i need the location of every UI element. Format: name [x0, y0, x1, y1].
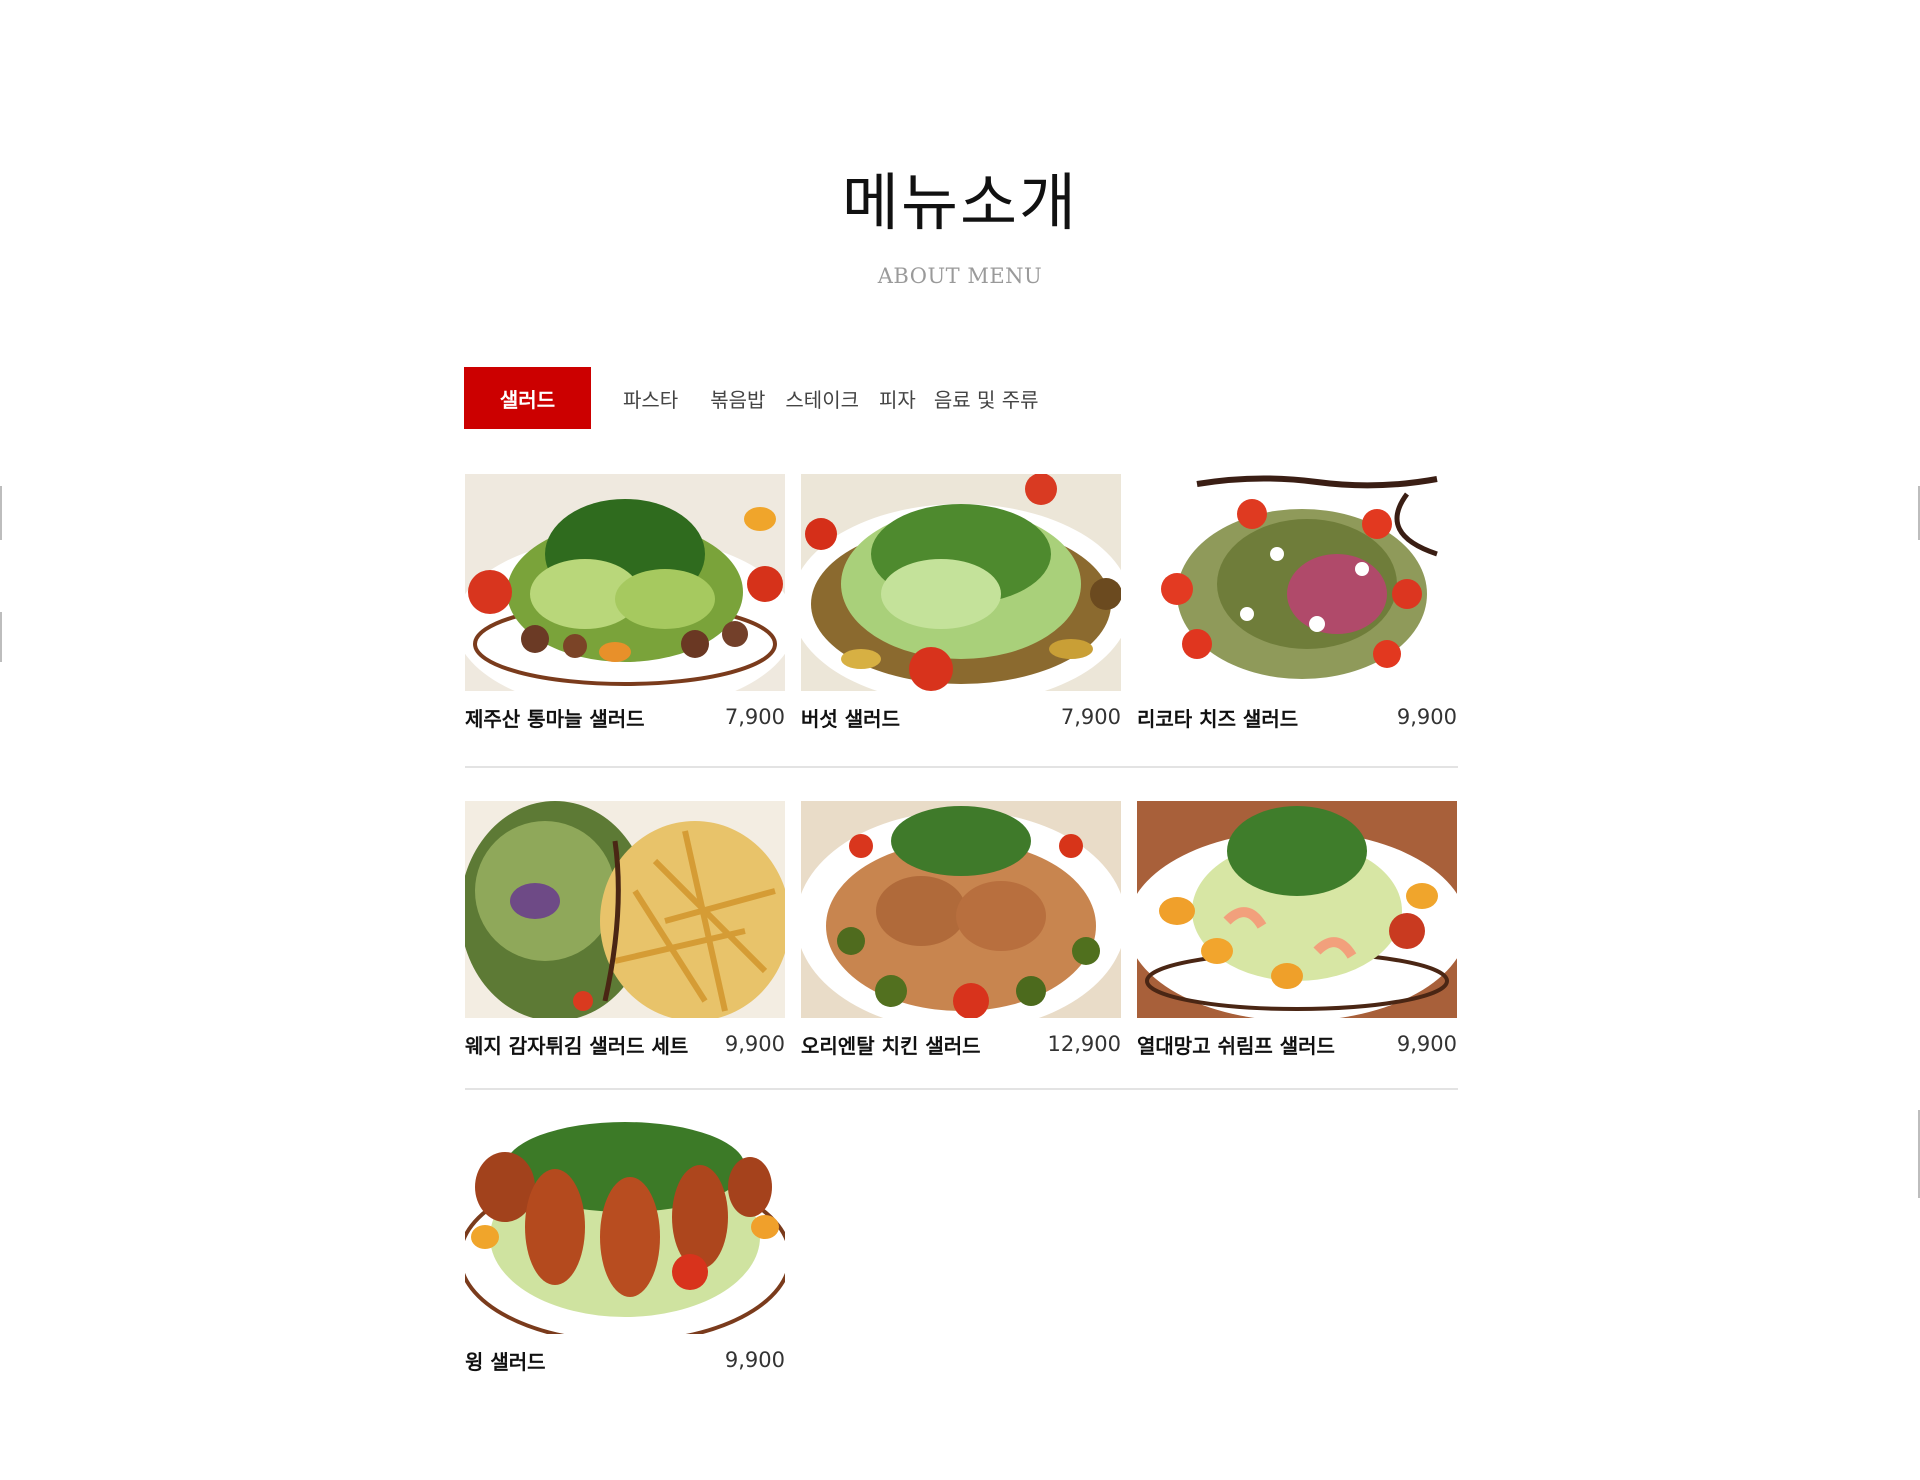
row-divider	[465, 1088, 1458, 1090]
menu-item-price: 12,900	[1047, 1032, 1121, 1056]
menu-item-name: 버섯 샐러드	[801, 706, 900, 731]
tab-steak[interactable]: 스테이크	[785, 384, 859, 413]
menu-item-name: 열대망고 쉬림프 샐러드	[1137, 1033, 1335, 1058]
menu-card[interactable]: 버섯 샐러드 7,900	[801, 474, 1121, 731]
left-edge-mark	[0, 486, 2, 540]
menu-item-price: 9,900	[1396, 705, 1457, 729]
menu-item-name: 리코타 치즈 샐러드	[1137, 706, 1299, 731]
ricotta-salad-photo[interactable]	[1137, 474, 1457, 691]
mango-shrimp-salad-photo[interactable]	[1137, 801, 1457, 1018]
menu-grid-row-3: 윙 샐러드 9,900	[465, 1117, 1458, 1374]
menu-card[interactable]: 제주산 통마늘 샐러드 7,900	[465, 474, 785, 731]
wing-salad-photo[interactable]	[465, 1117, 785, 1334]
tab-salad[interactable]: 샐러드	[464, 367, 591, 429]
mushroom-salad-photo[interactable]	[801, 474, 1121, 691]
menu-item-name: 윙 샐러드	[465, 1349, 546, 1374]
tab-pizza[interactable]: 피자	[879, 384, 916, 413]
menu-item-price: 7,900	[724, 705, 785, 729]
menu-card[interactable]: 웨지 감자튀김 샐러드 세트 9,900	[465, 801, 785, 1058]
menu-item-price: 7,900	[1060, 705, 1121, 729]
menu-card[interactable]: 열대망고 쉬림프 샐러드 9,900	[1137, 801, 1457, 1058]
page-title: 메뉴소개	[841, 166, 1079, 239]
page-header: 메뉴소개 ABOUT MENU	[0, 160, 1920, 288]
oriental-chicken-salad-photo[interactable]	[801, 801, 1121, 1018]
menu-card[interactable]: 윙 샐러드 9,900	[465, 1117, 785, 1374]
menu-grid-row-2: 웨지 감자튀김 샐러드 세트 9,900 오리엔탈 치킨 샐러드 12,900 …	[465, 801, 1458, 1058]
menu-card[interactable]: 오리엔탈 치킨 샐러드 12,900	[801, 801, 1121, 1058]
left-edge-mark	[0, 612, 2, 662]
page-subtitle: ABOUT MENU	[877, 264, 1043, 288]
menu-item-name: 제주산 통마늘 샐러드	[465, 706, 645, 731]
wedge-fries-salad-photo[interactable]	[465, 801, 785, 1018]
tab-fried-rice[interactable]: 볶음밥	[710, 384, 765, 413]
menu-item-price: 9,900	[1396, 1032, 1457, 1056]
category-tabs: 샐러드 파스타 볶음밥 스테이크 피자 음료 및 주류	[464, 367, 1039, 429]
garlic-salad-photo[interactable]	[465, 474, 785, 691]
menu-item-name: 오리엔탈 치킨 샐러드	[801, 1033, 981, 1058]
menu-item-price: 9,900	[724, 1348, 785, 1372]
tab-pasta[interactable]: 파스타	[623, 384, 678, 413]
menu-grid-row-1: 제주산 통마늘 샐러드 7,900 버섯 샐러드 7,900 리코타 치즈 샐러…	[465, 474, 1458, 731]
menu-card[interactable]: 리코타 치즈 샐러드 9,900	[1137, 474, 1457, 731]
menu-item-price: 9,900	[724, 1032, 785, 1056]
row-divider	[465, 766, 1458, 768]
tab-drinks[interactable]: 음료 및 주류	[934, 384, 1039, 413]
menu-item-name: 웨지 감자튀김 샐러드 세트	[465, 1033, 689, 1058]
